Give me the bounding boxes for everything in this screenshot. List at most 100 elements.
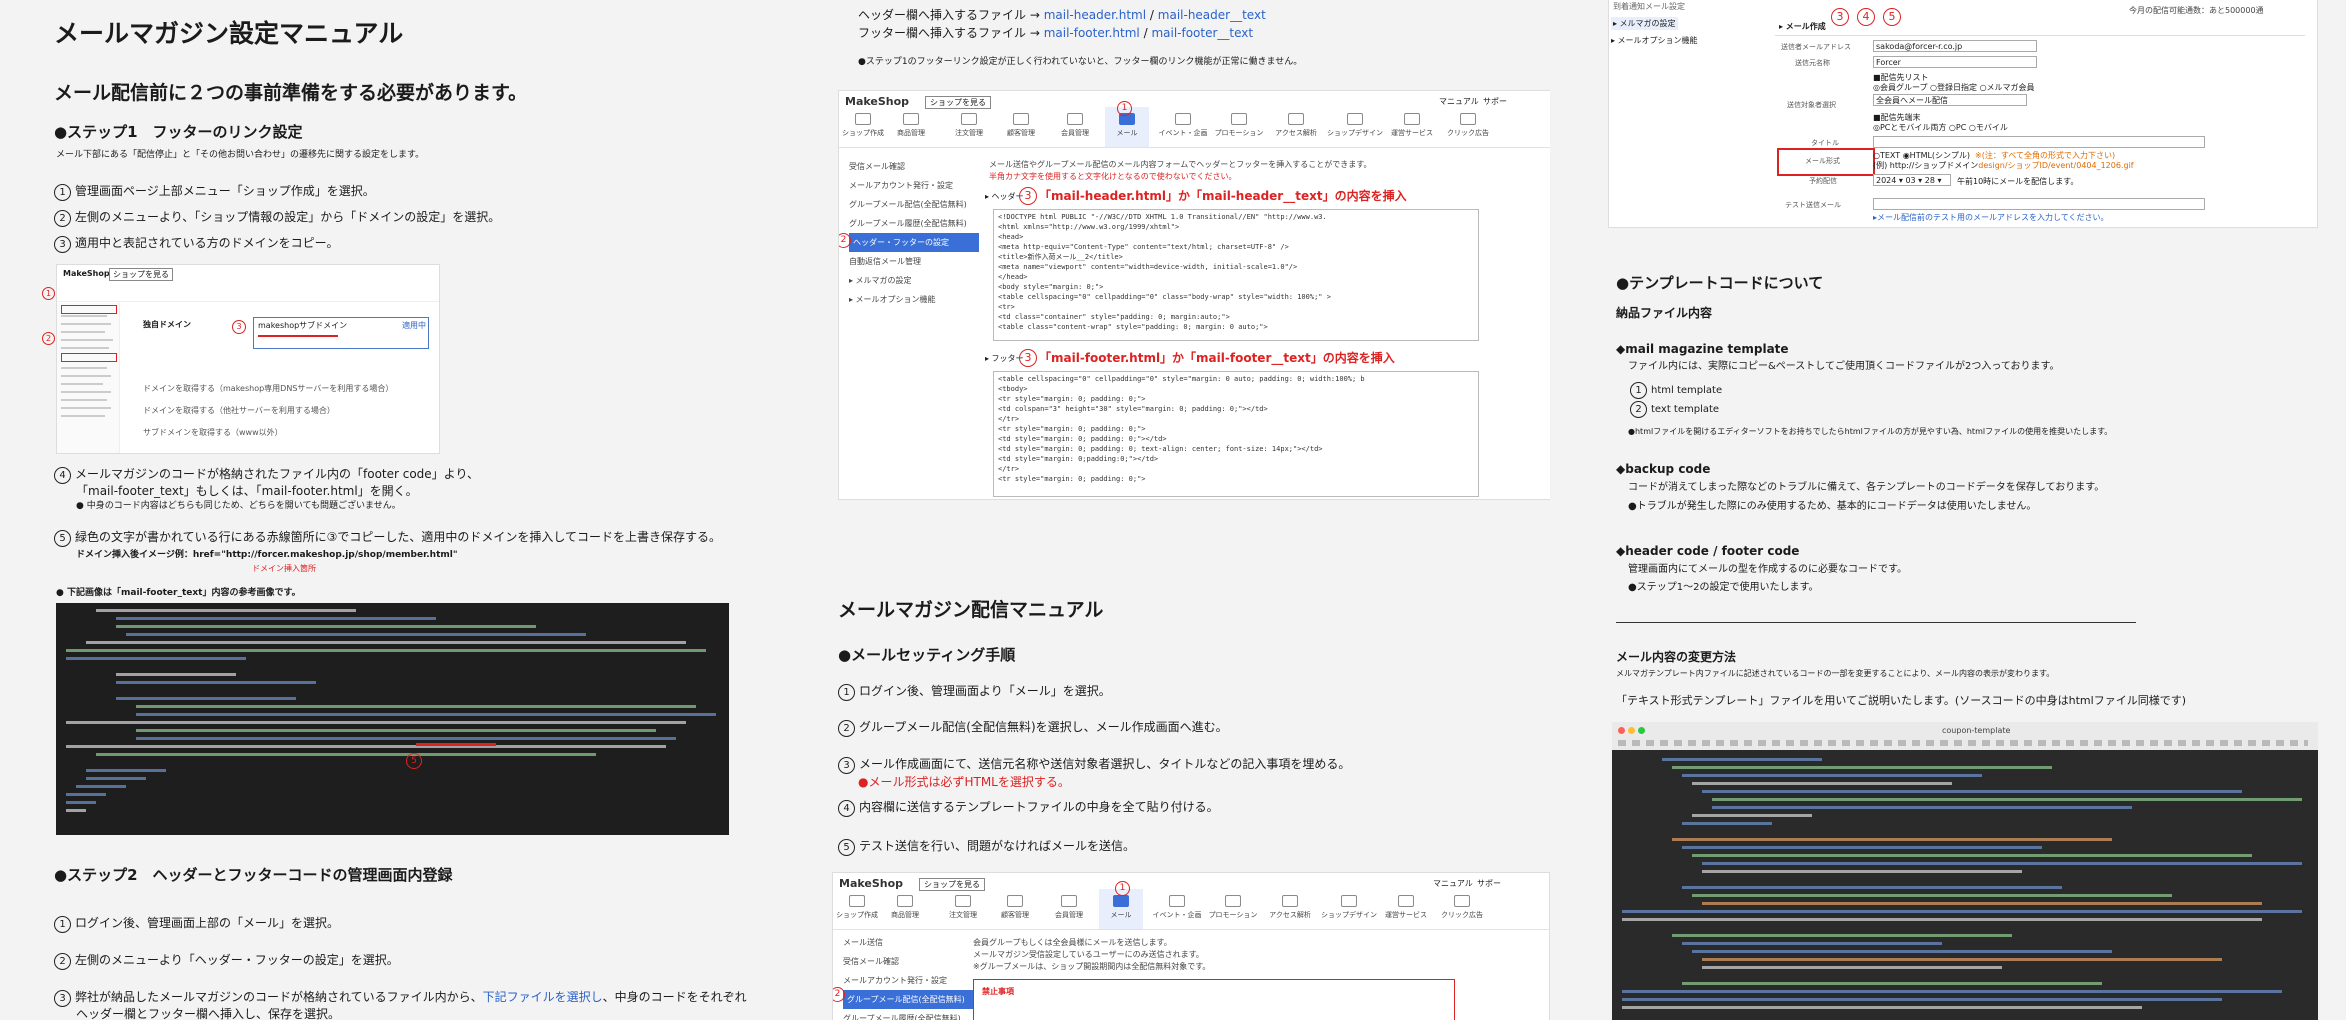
header-file-text-link[interactable]: mail-header__text bbox=[1158, 8, 1266, 22]
target-device-radios[interactable]: ◎PCとモバイル両方 ○PC ○モバイル bbox=[1873, 122, 2008, 133]
schedule-date-select[interactable]: 2024 ▾ 03 ▾ 28 ▾ bbox=[1873, 174, 1951, 186]
footer-link-warning: ●ステップ1のフッターリンク設定が正しく行われていないと、フッター欄のリンク機能… bbox=[858, 57, 1303, 67]
sidebar-item-group-mail[interactable]: グループメール配信(全配信無料) bbox=[843, 990, 973, 1009]
nav-design[interactable]: ショップデザイン bbox=[1321, 895, 1377, 920]
footer-file-text-link[interactable]: mail-footer__text bbox=[1151, 26, 1253, 40]
shop-view-button[interactable]: ショップを見る bbox=[925, 96, 991, 109]
sidebar-item-group-history[interactable]: グループメール履歴(全配信無料) bbox=[849, 214, 979, 233]
maximize-dot-icon[interactable] bbox=[1638, 727, 1645, 734]
step1-note: メール下部にある「配信停止」と「その他お問い合わせ」の遷移先に関する設定をします… bbox=[56, 150, 425, 160]
nav-services[interactable]: 運営サービス bbox=[1381, 895, 1431, 920]
marker-1: 1 bbox=[1115, 881, 1130, 896]
header-code-textarea[interactable]: <!DOCTYPE html PUBLIC "-//W3C//DTD XHTML… bbox=[993, 209, 1479, 341]
sidebar-item-auto-reply[interactable]: 自動返信メール管理 bbox=[849, 252, 979, 271]
template-heading: ●テンプレートコードについて bbox=[1616, 274, 1824, 292]
sidebar-item-group-history[interactable]: グループメール履歴(全配信無料) bbox=[843, 1009, 973, 1020]
nav-members[interactable]: 会員管理 bbox=[1047, 895, 1091, 920]
sidebar-item-account[interactable]: メールアカウント発行・設定 bbox=[849, 176, 979, 195]
mini-row-3: サブドメインを取得する（www以外） bbox=[143, 428, 283, 437]
header-file-html-link[interactable]: mail-header.html bbox=[1044, 8, 1146, 22]
nav-services[interactable]: 運営サービス bbox=[1387, 113, 1437, 138]
sidebar-item-header-footer[interactable]: ヘッダー・フッターの設定 bbox=[849, 233, 979, 252]
footer-label: ▸ フッター bbox=[985, 354, 1024, 363]
megaphone-icon bbox=[1225, 895, 1241, 907]
nav-products[interactable]: 商品管理 bbox=[889, 113, 933, 138]
mini-menu-line bbox=[61, 383, 103, 385]
side-options[interactable]: ▸ メールオプション機能 bbox=[1611, 35, 1698, 46]
nav-orders[interactable]: 注文管理 bbox=[941, 895, 985, 920]
target-group-radios[interactable]: ◎会員グループ ○登録日指定 ○メルマガ会員 bbox=[1873, 82, 2035, 93]
minimize-dot-icon[interactable] bbox=[1628, 727, 1635, 734]
footer-code-textarea[interactable]: <table cellspacing="0" cellpadding="0" s… bbox=[993, 371, 1479, 497]
cursor-icon bbox=[1460, 113, 1476, 125]
editor-titlebar: coupon-template bbox=[1612, 722, 2318, 750]
nav-members[interactable]: 会員管理 bbox=[1053, 113, 1097, 138]
header-marker-3: 3 bbox=[1019, 187, 1037, 205]
delivery-heading: ●メールセッティング手順 bbox=[838, 646, 1016, 664]
step2-item-1: 1 ログイン後、管理画面上部の「メール」を選択。 bbox=[54, 914, 339, 933]
sidebar-item-group-mail[interactable]: グループメール配信(全配信無料) bbox=[849, 195, 979, 214]
footer-instruction: 「mail-footer.html」か「mail-footer__text」の内… bbox=[1039, 351, 1395, 365]
chart-icon bbox=[1282, 895, 1298, 907]
manual-link[interactable]: マニュアル bbox=[1433, 878, 1473, 889]
change-heading: メール内容の変更方法 bbox=[1616, 650, 1737, 664]
order-icon bbox=[961, 113, 977, 125]
support-link[interactable]: サポー bbox=[1477, 878, 1501, 889]
nav-customers[interactable]: 顧客管理 bbox=[993, 895, 1037, 920]
title-input[interactable] bbox=[1873, 136, 2205, 148]
target-select[interactable]: 全会員へメール配信 bbox=[1873, 94, 2027, 106]
sidebar-item-inbox[interactable]: 受信メール確認 bbox=[843, 952, 973, 971]
sidebar-item-send[interactable]: メール送信 bbox=[843, 933, 973, 952]
nav-click-ads[interactable]: クリック広告 bbox=[1437, 895, 1487, 920]
nav-shop-create[interactable]: ショップ作成 bbox=[835, 895, 879, 920]
file-select-link[interactable]: 下記ファイルを選択し bbox=[483, 990, 603, 1004]
shop-view-button[interactable]: ショップを見る bbox=[919, 878, 985, 891]
mm-note: ●htmlファイルを開けるエディターソフトをお持ちでしたらhtmlファイルの方が… bbox=[1628, 427, 2113, 436]
nav-events[interactable]: イベント・企画 bbox=[1151, 895, 1203, 920]
support-link[interactable]: サポー bbox=[1483, 96, 1507, 107]
mini-domain-title: 独自ドメイン bbox=[143, 320, 191, 329]
nav-promotion[interactable]: プロモーション bbox=[1213, 113, 1265, 138]
nav-promotion[interactable]: プロモーション bbox=[1207, 895, 1259, 920]
nav-shop-create[interactable]: ショップ作成 bbox=[841, 113, 885, 138]
text-template-note: 「テキスト形式テンプレート」ファイルを用いてご説明いたします。(ソースコードの中… bbox=[1616, 694, 2186, 707]
footer-marker-3: 3 bbox=[1019, 349, 1037, 367]
nav-orders[interactable]: 注文管理 bbox=[947, 113, 991, 138]
step1-item-4-line2: 「mail-footer_text」もしくは、「mail-footer.html… bbox=[76, 484, 418, 498]
remaining-quota: 今月の配信可能通数：あと500000通 bbox=[2129, 6, 2264, 15]
header-instruction: 「mail-header.html」か「mail-header__text」の内… bbox=[1039, 189, 1407, 203]
box-icon bbox=[903, 113, 919, 125]
side-top-item[interactable]: 到着通知メール設定 bbox=[1613, 1, 1685, 12]
sidebar-item-mailmag[interactable]: ▸ メルマガの設定 bbox=[849, 271, 979, 290]
format-example: (例) http://ショップドメインdesign/ショップID/event/0… bbox=[1873, 161, 2134, 170]
nav-events[interactable]: イベント・企画 bbox=[1157, 113, 1209, 138]
nav-click-ads[interactable]: クリック広告 bbox=[1443, 113, 1493, 138]
side-mailmag[interactable]: ▸ メルマガの設定 bbox=[1611, 17, 1678, 30]
nav-analytics[interactable]: アクセス解析 bbox=[1265, 895, 1315, 920]
delivery-item-1: 1 ログイン後、管理画面より「メール」を選択。 bbox=[838, 682, 1111, 701]
sender-name-input[interactable]: Forcer bbox=[1873, 56, 2037, 68]
sidebar-item-inbox[interactable]: 受信メール確認 bbox=[849, 157, 979, 176]
sidebar-item-options[interactable]: ▸ メールオプション機能 bbox=[849, 290, 979, 309]
nav-design[interactable]: ショップデザイン bbox=[1327, 113, 1383, 138]
sidebar-item-account[interactable]: メールアカウント発行・設定 bbox=[843, 971, 973, 990]
mini-sidebar bbox=[57, 303, 120, 453]
header-file-line: ヘッダー欄へ挿入するファイル → mail-header.html / mail… bbox=[858, 8, 1266, 22]
nav-customers[interactable]: 顧客管理 bbox=[999, 113, 1043, 138]
nav-analytics[interactable]: アクセス解析 bbox=[1271, 113, 1321, 138]
close-dot-icon[interactable] bbox=[1618, 727, 1625, 734]
footer-file-html-link[interactable]: mail-footer.html bbox=[1044, 26, 1140, 40]
backup-title: ◆backup code bbox=[1616, 462, 1711, 476]
manual-link[interactable]: マニュアル bbox=[1439, 96, 1479, 107]
nav-products[interactable]: 商品管理 bbox=[883, 895, 927, 920]
mail-form: 送信者メールアドレス sakoda@forcer-r.co.jp 送信元名称 F… bbox=[1775, 35, 2305, 226]
test-mail-note: ▸メール配信前のテスト用のメールアドレスを入力してください。 bbox=[1873, 213, 2109, 222]
mini-menu-line bbox=[61, 375, 111, 377]
sender-email-input[interactable]: sakoda@forcer-r.co.jp bbox=[1873, 40, 2037, 52]
domain-insert-marker: ドメイン挿入箇所 bbox=[252, 564, 316, 573]
mail-sidebar-2: メール送信 受信メール確認 メールアカウント発行・設定 グループメール配信(全配… bbox=[843, 933, 973, 1020]
test-mail-input[interactable] bbox=[1873, 198, 2205, 210]
delivery-item-2: 2 グループメール配信(全配信無料)を選択し、メール作成画面へ進む。 bbox=[838, 718, 1228, 737]
mm-title: ◆mail magazine template bbox=[1616, 342, 1789, 356]
code-redline bbox=[416, 743, 496, 746]
